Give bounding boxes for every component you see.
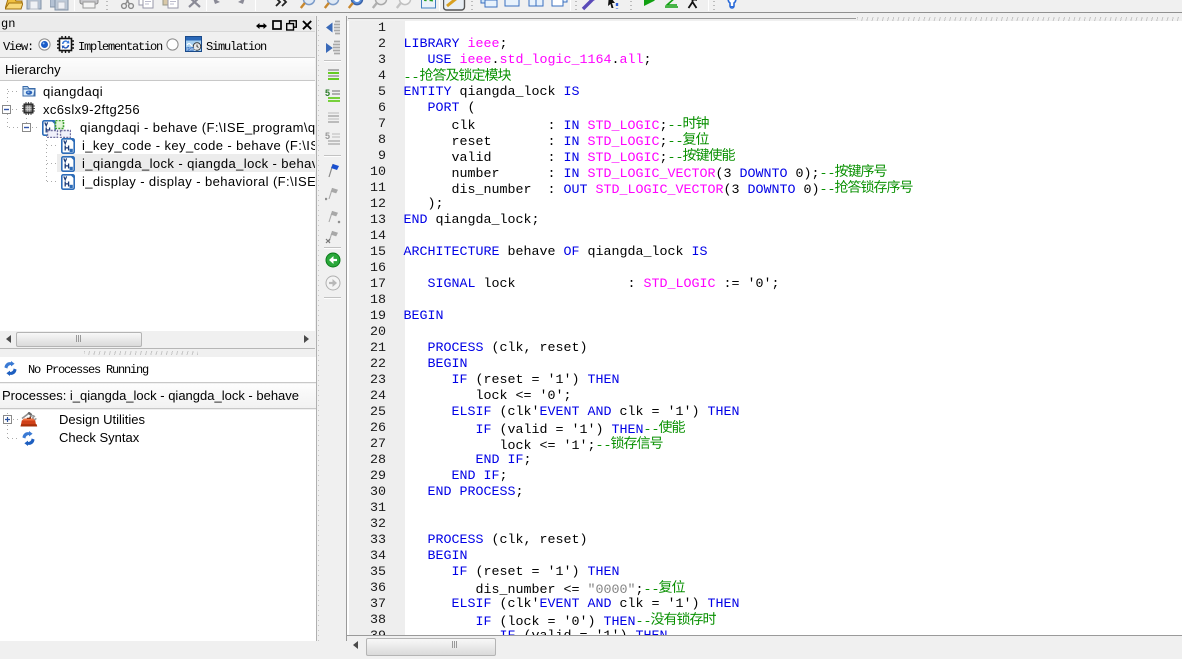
svg-text:5: 5	[325, 131, 330, 141]
svg-text:5: 5	[325, 88, 330, 98]
svg-text:ISim: ISim	[187, 47, 196, 52]
